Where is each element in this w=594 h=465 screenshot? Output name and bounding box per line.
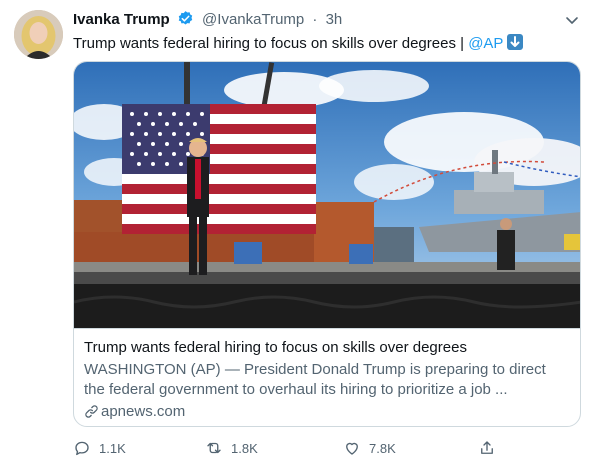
card-body[interactable]: Trump wants federal hiring to focus on s… bbox=[74, 328, 580, 426]
card-description: WASHINGTON (AP) — President Donald Trump… bbox=[84, 361, 546, 398]
retweet-count: 1.8K bbox=[231, 440, 258, 456]
tweet[interactable]: Ivanka Trump @IvankaTrump · 3h Trump wan… bbox=[0, 0, 594, 465]
author-handle[interactable]: @IvankaTrump bbox=[202, 11, 304, 28]
like-count: 7.8K bbox=[369, 440, 396, 456]
reply-icon bbox=[75, 441, 89, 456]
retweet-button[interactable]: 1.8K bbox=[205, 436, 258, 460]
chevron-down-icon[interactable] bbox=[564, 12, 580, 28]
timestamp[interactable]: 3h bbox=[326, 11, 343, 28]
separator-dot: · bbox=[312, 11, 318, 28]
reply-button[interactable]: 1.1K bbox=[73, 436, 126, 460]
heart-icon bbox=[346, 442, 358, 455]
tweet-body: Trump wants federal hiring to focus on s… bbox=[73, 35, 469, 52]
card-title: Trump wants federal hiring to focus on s… bbox=[84, 339, 467, 356]
share-icon bbox=[481, 441, 493, 454]
share-button[interactable] bbox=[478, 436, 504, 460]
mention-link[interactable]: @AP bbox=[468, 35, 503, 52]
avatar[interactable] bbox=[14, 10, 63, 59]
retweet-icon bbox=[207, 442, 221, 454]
tweet-header: Ivanka Trump @IvankaTrump · 3h bbox=[73, 10, 342, 32]
card-domain: apnews.com bbox=[84, 402, 185, 422]
verified-badge-icon bbox=[177, 10, 194, 33]
action-bar: 1.1K 1.8K 7.8K bbox=[73, 436, 581, 460]
author-name[interactable]: Ivanka Trump bbox=[73, 11, 170, 28]
card-domain-text: apnews.com bbox=[101, 403, 186, 420]
link-card[interactable]: Trump wants federal hiring to focus on s… bbox=[73, 61, 581, 427]
down-arrow-emoji-icon bbox=[507, 34, 524, 50]
card-image[interactable] bbox=[74, 62, 580, 328]
tweet-text: Trump wants federal hiring to focus on s… bbox=[73, 34, 524, 54]
link-icon bbox=[85, 405, 98, 418]
like-button[interactable]: 7.8K bbox=[343, 436, 396, 460]
reply-count: 1.1K bbox=[99, 440, 126, 456]
